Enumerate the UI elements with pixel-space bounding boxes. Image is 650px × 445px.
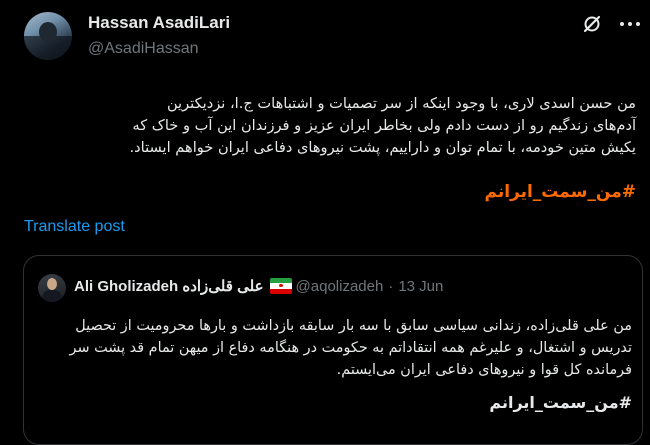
- quote-date: 13 Jun: [398, 278, 444, 295]
- author-handle[interactable]: @AsadiHassan: [88, 40, 199, 58]
- avatar-figure: [39, 22, 57, 42]
- avatar-head: [47, 278, 57, 290]
- quote-author-handle: @aqolizadeh: [295, 278, 384, 295]
- quote-hashtag: #من_سمت_ایرانم: [489, 393, 632, 412]
- more-dot: [628, 22, 632, 26]
- post-text: من حسن اسدی لاری، با وجود اینکه از سر تص…: [60, 93, 636, 159]
- post-text-line: من حسن اسدی لاری، با وجود اینکه از سر تص…: [166, 95, 636, 112]
- quote-text-line: من علی قلی‌زاده، زندانی سیاسی سابق با سه…: [75, 318, 632, 334]
- post-hashtag[interactable]: #من_سمت_ایرانم: [430, 182, 636, 202]
- quote-author-name: Ali Gholizadeh علی قلی‌زاده: [74, 278, 264, 295]
- author-display-name[interactable]: Hassan AsadiLari: [88, 13, 230, 33]
- grok-icon[interactable]: [582, 14, 602, 34]
- post-text-line: یکیش متین خودمه، با تمام توان و داراییم،…: [129, 139, 636, 156]
- quote-text-line: تدریس و اشتغال، و علیرغم همه انتقاداتم ب…: [69, 340, 632, 356]
- more-dot: [620, 22, 624, 26]
- more-dot: [636, 22, 640, 26]
- more-horizontal-icon[interactable]: [618, 14, 642, 34]
- quote-text: من علی قلی‌زاده، زندانی سیاسی سابق با سه…: [38, 315, 632, 381]
- post-text-line: آدم‌های زندگیم رو از دست دادم ولی بخاطر …: [132, 117, 636, 134]
- translate-post-link[interactable]: Translate post: [24, 218, 125, 236]
- avatar-body: [42, 290, 62, 302]
- quote-text-line: فرمانده کل قوا و نیروهای دفاعی ایران می‌…: [336, 362, 632, 378]
- quote-header: Ali Gholizadeh علی قلی‌زاده @aqolizadeh · 1…: [74, 277, 443, 295]
- author-avatar[interactable]: [24, 12, 72, 60]
- quote-author-avatar: [38, 274, 66, 302]
- iran-flag-icon: [269, 278, 292, 294]
- quote-separator: ·: [388, 278, 394, 295]
